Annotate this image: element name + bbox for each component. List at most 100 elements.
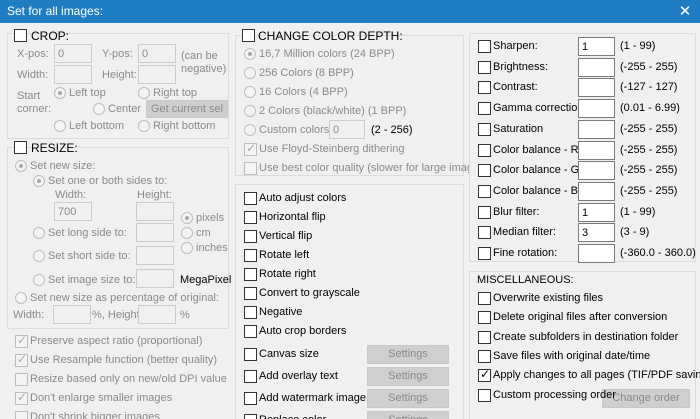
dont-shrink-label: Don't shrink bigger images bbox=[30, 411, 160, 419]
crop-right-bottom-radio[interactable] bbox=[138, 120, 150, 132]
set-one-or-both-radio[interactable] bbox=[33, 175, 45, 187]
set-image-size-radio[interactable] bbox=[33, 274, 45, 286]
inches-radio[interactable] bbox=[181, 242, 193, 254]
resize-checkbox[interactable] bbox=[14, 141, 27, 154]
custom-colors-radio[interactable] bbox=[244, 124, 256, 136]
save-files-with-original-date-time-label: Save files with original date/time bbox=[493, 350, 651, 362]
add-overlay-text-settings-button[interactable]: Settings bbox=[367, 367, 449, 386]
custom-processing-order-checkbox[interactable] bbox=[478, 389, 491, 402]
canvas-size-settings-button[interactable]: Settings bbox=[367, 345, 449, 364]
close-icon[interactable]: ✕ bbox=[670, 0, 700, 23]
crop-checkbox[interactable] bbox=[14, 29, 27, 42]
set-short-side-radio[interactable] bbox=[33, 250, 45, 262]
color-balance-b-checkbox[interactable] bbox=[478, 185, 491, 198]
resize-width-input[interactable] bbox=[54, 202, 92, 221]
saturation-input[interactable] bbox=[578, 120, 615, 139]
color-balance-r-input[interactable] bbox=[578, 141, 615, 160]
resize-dpi-checkbox[interactable] bbox=[15, 373, 28, 386]
crop-xpos-input[interactable] bbox=[54, 44, 92, 63]
set-new-size-radio[interactable] bbox=[15, 160, 27, 172]
contrast-input[interactable] bbox=[578, 78, 615, 97]
crop-right-top-radio[interactable] bbox=[138, 87, 150, 99]
crop-height-input[interactable] bbox=[138, 65, 176, 84]
saturation-checkbox[interactable] bbox=[478, 123, 491, 136]
cm-radio[interactable] bbox=[181, 227, 193, 239]
contrast-checkbox[interactable] bbox=[478, 81, 491, 94]
convert-to-grayscale-checkbox[interactable] bbox=[244, 287, 257, 300]
crop-width-input[interactable] bbox=[54, 65, 92, 84]
auto-adjust-colors-checkbox[interactable] bbox=[244, 192, 257, 205]
color-option-24bpp-radio[interactable] bbox=[244, 48, 256, 60]
color-balance-g-checkbox[interactable] bbox=[478, 164, 491, 177]
fine-rotation-checkbox[interactable] bbox=[478, 247, 491, 260]
crop-width-label: Width: bbox=[17, 69, 49, 81]
negative-checkbox[interactable] bbox=[244, 306, 257, 319]
add-watermark-image-checkbox[interactable] bbox=[244, 392, 257, 405]
rotate-right-checkbox[interactable] bbox=[244, 268, 257, 281]
median-filter-checkbox[interactable] bbox=[478, 226, 491, 239]
sharpen-checkbox[interactable] bbox=[478, 40, 491, 53]
save-files-with-original-date-time-checkbox[interactable] bbox=[478, 350, 491, 363]
vertical-flip-checkbox[interactable] bbox=[244, 230, 257, 243]
best-quality-checkbox[interactable] bbox=[244, 162, 257, 175]
resize-height-input[interactable] bbox=[136, 202, 174, 221]
color-balance-b-input[interactable] bbox=[578, 182, 615, 201]
set-image-size-label: Set image size to: bbox=[48, 274, 136, 286]
overwrite-existing-files-checkbox[interactable] bbox=[478, 292, 491, 305]
canvas-size-checkbox[interactable] bbox=[244, 348, 257, 361]
set-percentage-radio[interactable] bbox=[15, 292, 27, 304]
gamma-correction-checkbox[interactable] bbox=[478, 102, 491, 115]
add-watermark-image-settings-button[interactable]: Settings bbox=[367, 389, 449, 408]
delete-original-files-after-conversion-checkbox[interactable] bbox=[478, 311, 491, 324]
crop-negative-note: (can be negative) bbox=[181, 50, 227, 75]
crop-right-top-label: Right top bbox=[153, 87, 198, 99]
brightness-input[interactable] bbox=[578, 58, 615, 77]
blur-filter-checkbox[interactable] bbox=[478, 206, 491, 219]
apply-changes-to-all-pages-tif-pdf-saving-checkbox[interactable] bbox=[478, 367, 491, 382]
preserve-aspect-checkbox[interactable] bbox=[15, 333, 28, 348]
set-long-side-radio[interactable] bbox=[33, 227, 45, 239]
crop-center-radio[interactable] bbox=[93, 103, 105, 115]
pixels-radio[interactable] bbox=[181, 212, 193, 224]
auto-crop-borders-checkbox[interactable] bbox=[244, 325, 257, 338]
replace-color-settings-button[interactable]: Settings bbox=[367, 411, 449, 419]
color-depth-header: CHANGE COLOR DEPTH: bbox=[258, 29, 403, 43]
sharpen-input[interactable] bbox=[578, 37, 615, 56]
use-resample-checkbox[interactable] bbox=[15, 352, 28, 367]
color-option-8bpp-radio[interactable] bbox=[244, 67, 256, 79]
create-subfolders-in-destination-folder-checkbox[interactable] bbox=[478, 331, 491, 344]
custom-colors-input[interactable] bbox=[329, 120, 365, 139]
crop-left-top-radio[interactable] bbox=[54, 87, 66, 99]
set-long-side-label: Set long side to: bbox=[48, 227, 127, 239]
color-balance-r-checkbox[interactable] bbox=[478, 144, 491, 157]
image-size-input[interactable] bbox=[136, 269, 174, 288]
color-balance-g-input[interactable] bbox=[578, 161, 615, 180]
floyd-checkbox[interactable] bbox=[244, 141, 257, 156]
get-current-sel-button[interactable]: Get current sel bbox=[146, 100, 228, 118]
pct-height-input[interactable] bbox=[138, 305, 176, 324]
add-overlay-text-checkbox[interactable] bbox=[244, 370, 257, 383]
crop-left-bottom-label: Left bottom bbox=[69, 120, 125, 132]
dont-shrink-checkbox[interactable] bbox=[15, 411, 28, 419]
pct-width-input[interactable] bbox=[53, 305, 91, 324]
dont-enlarge-checkbox[interactable] bbox=[15, 390, 28, 405]
median-filter-input[interactable] bbox=[578, 223, 615, 242]
crop-height-label: Height: bbox=[102, 69, 137, 81]
brightness-checkbox[interactable] bbox=[478, 61, 491, 74]
long-side-input[interactable] bbox=[136, 223, 174, 242]
fine-rotation-input[interactable] bbox=[578, 244, 615, 263]
crop-left-top-label: Left top bbox=[69, 87, 106, 99]
rotate-left-checkbox[interactable] bbox=[244, 249, 257, 262]
gamma-correction-input[interactable] bbox=[578, 99, 615, 118]
color-option-1bpp-radio[interactable] bbox=[244, 105, 256, 117]
blur-filter-input[interactable] bbox=[578, 203, 615, 222]
color-option-4bpp-radio[interactable] bbox=[244, 86, 256, 98]
color-depth-checkbox[interactable] bbox=[242, 29, 255, 42]
short-side-input[interactable] bbox=[136, 246, 174, 265]
crop-ypos-input[interactable] bbox=[138, 44, 176, 63]
replace-color-checkbox[interactable] bbox=[244, 414, 257, 419]
vertical-flip-label: Vertical flip bbox=[259, 230, 313, 242]
horizontal-flip-checkbox[interactable] bbox=[244, 211, 257, 224]
brightness-label: Brightness: bbox=[493, 61, 549, 73]
crop-left-bottom-radio[interactable] bbox=[54, 120, 66, 132]
